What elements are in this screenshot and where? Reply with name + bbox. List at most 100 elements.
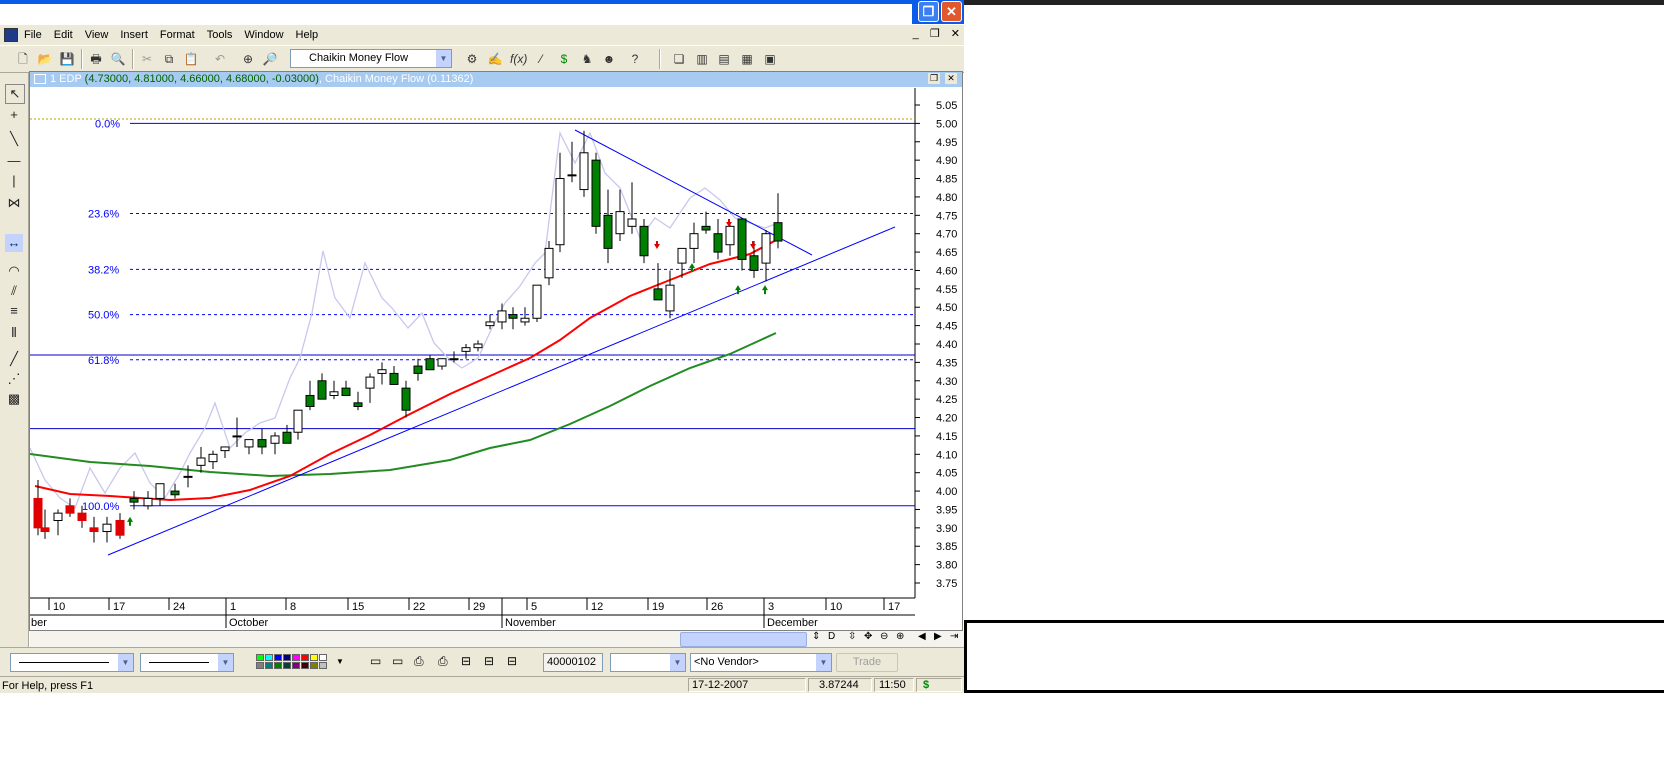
palette-swatch[interactable]: [256, 662, 264, 669]
menu-file[interactable]: File: [18, 25, 48, 45]
inner-window-icon-2[interactable]: ⊟: [484, 654, 494, 668]
chart-window-icon[interactable]: [34, 74, 46, 85]
explorer-icon[interactable]: ♞: [579, 51, 595, 67]
line-weight-dropdown[interactable]: ▼: [140, 653, 234, 672]
crosshair-icon[interactable]: ⊕: [240, 51, 256, 67]
menu-format[interactable]: Format: [154, 25, 201, 45]
palette-swatch[interactable]: [283, 662, 291, 669]
chart-close-button[interactable]: ✕: [945, 73, 957, 84]
fibonacci-retracement-icon[interactable]: ↔: [5, 234, 23, 252]
period-icon[interactable]: D: [828, 631, 835, 642]
cut-icon[interactable]: ✂: [139, 51, 155, 67]
expert-icon[interactable]: ✍: [487, 51, 503, 67]
undo-icon[interactable]: ↶: [212, 51, 228, 67]
line-style-dropdown[interactable]: ▼: [10, 653, 134, 672]
restore-window-button[interactable]: ❐: [918, 1, 939, 22]
palette-swatch[interactable]: [292, 654, 300, 661]
help-question-icon[interactable]: ?: [627, 51, 643, 67]
palette-swatch[interactable]: [292, 662, 300, 669]
mdi-restore-button[interactable]: ❐: [930, 28, 940, 40]
crosshair-tool-icon[interactable]: +: [5, 106, 23, 124]
vertical-line-icon[interactable]: |: [5, 172, 23, 190]
palette-swatch[interactable]: [301, 662, 309, 669]
open-folder-icon[interactable]: 📂: [37, 51, 53, 67]
palette-swatch[interactable]: [274, 662, 282, 669]
chevron-down-icon[interactable]: ▼: [118, 654, 133, 671]
scroll-right-icon[interactable]: ▶: [934, 631, 942, 642]
inner-window-icon-3[interactable]: ⊟: [507, 654, 517, 668]
palette-swatch[interactable]: [319, 662, 327, 669]
palette-swatch[interactable]: [310, 662, 318, 669]
zoom-icon[interactable]: 🔎: [262, 51, 278, 67]
menu-edit[interactable]: Edit: [48, 25, 79, 45]
chevron-down-icon[interactable]: ▼: [218, 654, 233, 671]
tile-horizontal-icon[interactable]: ▤: [716, 51, 732, 67]
chevron-down-icon[interactable]: ▼: [670, 654, 685, 671]
horizontal-line-icon[interactable]: —: [5, 152, 23, 170]
zoom-out-icon[interactable]: ⊖: [880, 631, 888, 642]
palette-swatch[interactable]: [283, 654, 291, 661]
trendline-icon[interactable]: ╲: [5, 130, 23, 148]
cycle-icon[interactable]: ⋈: [5, 194, 23, 212]
system-tester-icon[interactable]: ⁄: [533, 51, 549, 67]
vertical-expand-icon[interactable]: ⇳: [848, 631, 856, 642]
pointer-icon[interactable]: ↖: [5, 84, 25, 104]
insight-icon[interactable]: ⚙: [464, 51, 480, 67]
print-icon[interactable]: 🖶: [88, 51, 104, 67]
tile-vertical-icon[interactable]: ▥: [694, 51, 710, 67]
scroll-left-icon[interactable]: ◀: [918, 631, 926, 642]
palette-swatch[interactable]: [319, 654, 327, 661]
palette-swatch[interactable]: [265, 662, 273, 669]
copy-icon[interactable]: ⧉: [161, 51, 177, 67]
dollar-icon[interactable]: $: [556, 51, 572, 67]
palette-swatch[interactable]: [274, 654, 282, 661]
window-split-icon[interactable]: ▭: [392, 654, 403, 668]
tile-grid-icon[interactable]: ▦: [739, 51, 755, 67]
security-code-field[interactable]: 40000102: [543, 653, 603, 672]
new-file-icon[interactable]: 🗋: [15, 51, 31, 67]
chevron-down-icon[interactable]: ▼: [436, 50, 451, 67]
line-tool-icon[interactable]: ╱: [5, 350, 23, 368]
periodicity-dropdown[interactable]: ▼: [610, 653, 686, 672]
chart-type-icon[interactable]: ⎙: [438, 654, 448, 669]
price-chart[interactable]: 5.05 5.00 4.95 4.90 4.85 4.80 4.75 4.70 4.65 4.60…: [30, 88, 962, 631]
insert-icon[interactable]: ⎙: [414, 654, 424, 669]
pan-icon[interactable]: ✥: [864, 631, 872, 642]
mdi-close-button[interactable]: ✕: [951, 28, 960, 40]
horizontal-lines-icon[interactable]: ≡: [5, 302, 23, 320]
trade-button[interactable]: Trade: [836, 653, 898, 672]
save-icon[interactable]: 💾: [59, 51, 75, 67]
palette-swatch[interactable]: [301, 654, 309, 661]
scroll-reset-icon[interactable]: ⇕: [812, 631, 820, 642]
fibonacci-arc-icon[interactable]: ◠: [5, 262, 23, 280]
zoom-in-icon[interactable]: ⊕: [896, 631, 904, 642]
chart-restore-button[interactable]: ❐: [928, 73, 940, 84]
users-icon[interactable]: ☻: [601, 51, 617, 67]
menu-tools[interactable]: Tools: [201, 25, 239, 45]
menu-insert[interactable]: Insert: [114, 25, 154, 45]
vendor-dropdown[interactable]: <No Vendor> ▼: [690, 653, 832, 672]
horizontal-scrollbar-thumb[interactable]: [680, 632, 807, 647]
menu-view[interactable]: View: [79, 25, 115, 45]
time-zones-icon[interactable]: ⦀: [5, 324, 23, 342]
gann-fan-icon[interactable]: ⋰: [5, 370, 23, 388]
chevron-down-icon[interactable]: ▼: [336, 657, 344, 666]
print-preview-icon[interactable]: 🔍: [110, 51, 126, 67]
mdi-minimize-button[interactable]: _: [913, 28, 919, 40]
menu-help[interactable]: Help: [290, 25, 325, 45]
palette-swatch[interactable]: [265, 654, 273, 661]
inner-window-icon[interactable]: ⊟: [461, 654, 471, 668]
palette-swatch[interactable]: [310, 654, 318, 661]
palette-swatch[interactable]: [256, 654, 264, 661]
cascade-icon[interactable]: ❏: [671, 51, 687, 67]
window-style-icon[interactable]: ▭: [370, 654, 381, 668]
app-icon[interactable]: [4, 28, 18, 42]
formula-icon[interactable]: f(x): [510, 51, 527, 67]
indicator-dropdown[interactable]: Chaikin Money Flow ▼: [290, 49, 452, 68]
scroll-end-icon[interactable]: ⇥: [950, 631, 958, 642]
arrange-icon[interactable]: ▣: [762, 51, 778, 67]
paste-icon[interactable]: 📋: [183, 51, 199, 67]
menu-window[interactable]: Window: [238, 25, 289, 45]
color-palette[interactable]: [256, 654, 336, 670]
fan-lines-icon[interactable]: ⫽: [5, 282, 23, 300]
